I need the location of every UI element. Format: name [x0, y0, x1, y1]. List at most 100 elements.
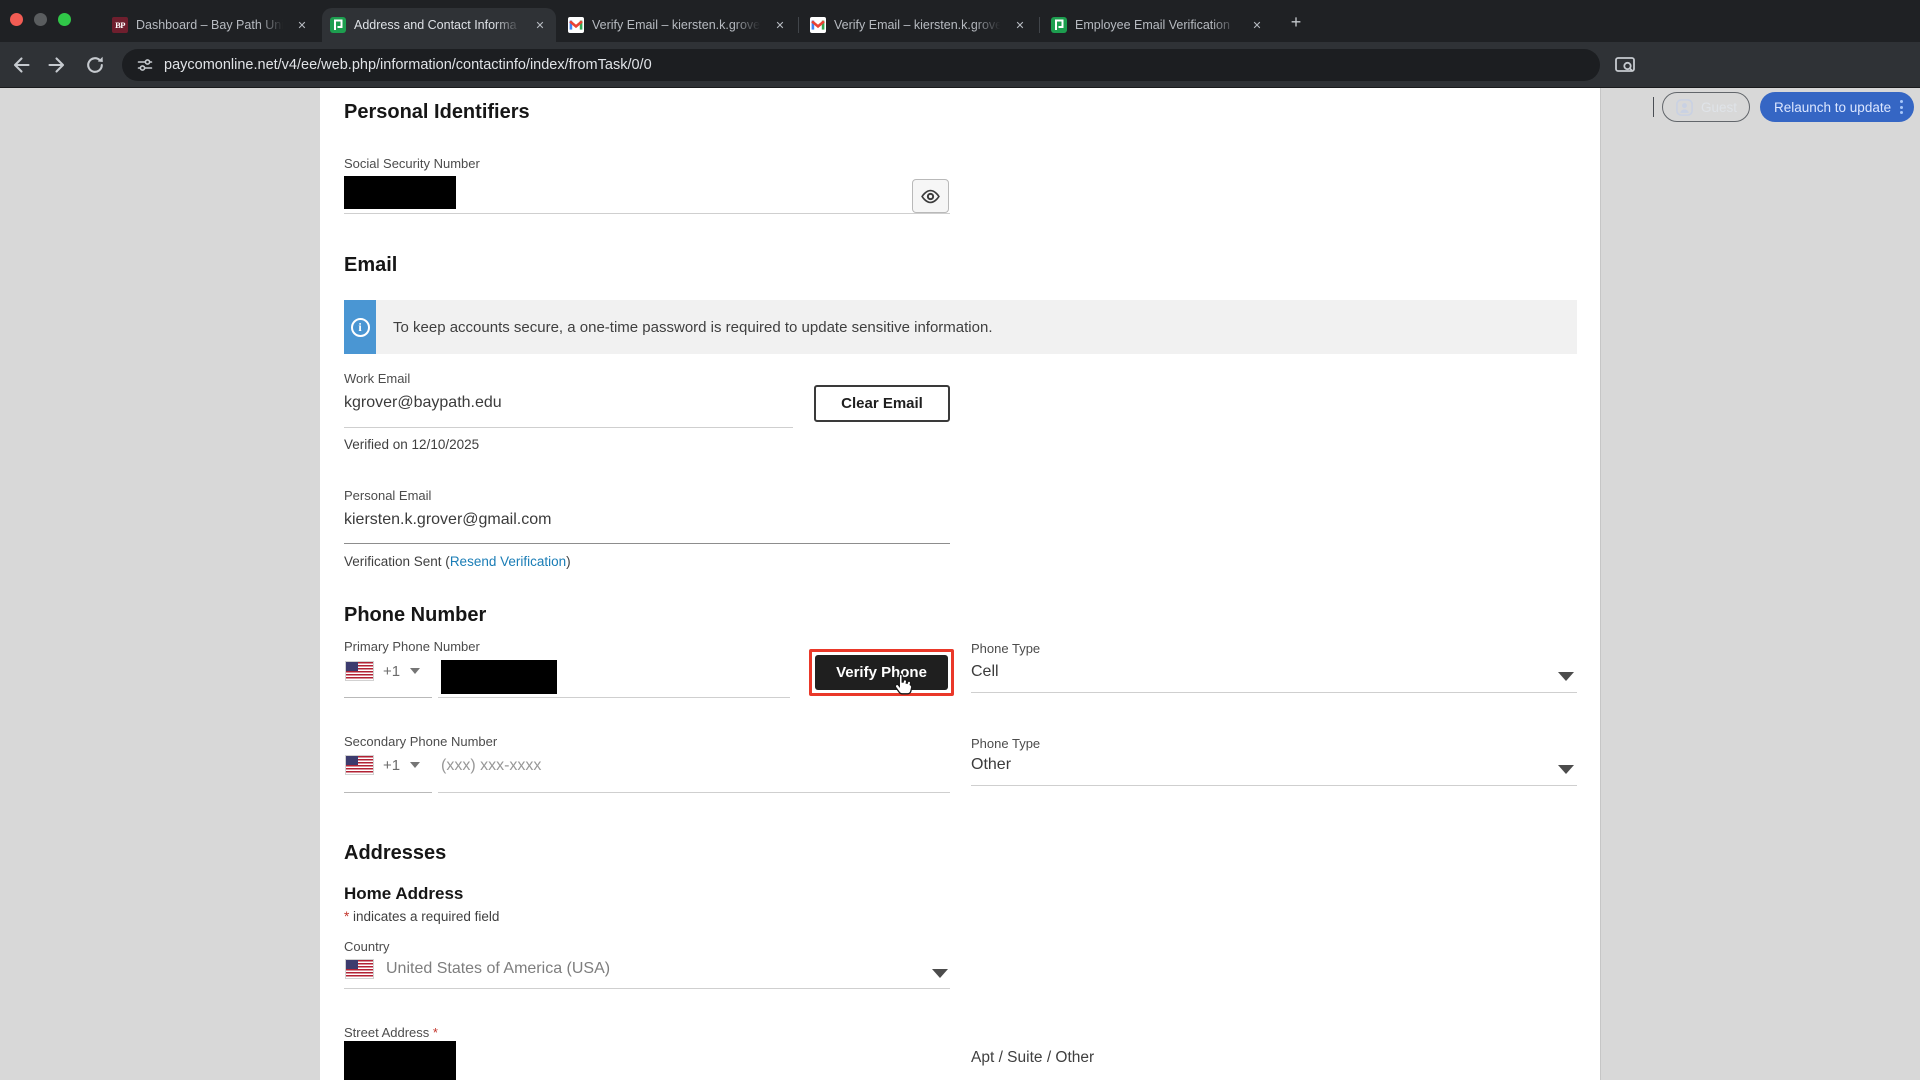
- phone-type-secondary-caret[interactable]: [1558, 765, 1574, 774]
- close-icon[interactable]: ✕: [532, 17, 548, 33]
- verification-prefix: Verification Sent (: [344, 554, 450, 569]
- forward-arrow-icon: [45, 53, 69, 77]
- side-panel-search-icon[interactable]: [1612, 52, 1638, 78]
- guest-profile-button[interactable]: Guest: [1662, 92, 1750, 122]
- primary-phone-input-redacted[interactable]: [441, 660, 557, 694]
- close-icon[interactable]: ✕: [1249, 17, 1265, 33]
- otp-banner-text: To keep accounts secure, a one-time pass…: [393, 319, 993, 336]
- country-underline: [344, 988, 950, 989]
- phone-type-label-primary: Phone Type: [971, 641, 1040, 656]
- tab-dashboard[interactable]: BP Dashboard – Bay Path Univers ✕: [104, 8, 318, 42]
- personal-email-label: Personal Email: [344, 488, 431, 503]
- paycom-favicon: [1051, 17, 1067, 33]
- site-settings-icon[interactable]: [136, 56, 154, 74]
- primary-phone-label: Primary Phone Number: [344, 639, 480, 654]
- new-tab-button[interactable]: +: [1284, 10, 1308, 34]
- email-heading: Email: [344, 254, 397, 277]
- url-text[interactable]: paycomonline.net/v4/ee/web.php/informati…: [164, 57, 652, 73]
- tab-verify-email-1[interactable]: Verify Email – kiersten.k.grove ✕: [560, 8, 796, 42]
- guest-avatar-icon: [1675, 98, 1694, 117]
- dial-code: +1: [383, 663, 400, 680]
- personal-email-underline: [344, 543, 950, 544]
- gmail-favicon: [568, 17, 584, 33]
- phone-type-primary-underline: [971, 692, 1577, 693]
- close-icon[interactable]: ✕: [1012, 17, 1028, 33]
- tab-address-contact[interactable]: Address and Contact Informa ✕: [322, 8, 556, 42]
- eye-icon: [920, 186, 941, 207]
- ssn-underline: [344, 213, 950, 214]
- toolbar-divider: [1653, 97, 1654, 117]
- us-flag-icon: [346, 960, 373, 978]
- baypath-favicon: BP: [112, 17, 128, 33]
- clear-email-button[interactable]: Clear Email: [814, 385, 950, 422]
- work-email-value[interactable]: kgrover@baypath.edu: [344, 394, 502, 412]
- ssn-label: Social Security Number: [344, 156, 480, 171]
- macos-zoom-button[interactable]: [58, 13, 71, 26]
- secondary-phone-label: Secondary Phone Number: [344, 734, 497, 749]
- back-arrow-icon: [9, 53, 33, 77]
- addresses-heading: Addresses: [344, 842, 446, 865]
- phone-number-heading: Phone Number: [344, 604, 486, 627]
- work-email-verified-text: Verified on 12/10/2025: [344, 437, 479, 452]
- country-label: Country: [344, 939, 390, 954]
- tab-title: Verify Email – kiersten.k.grove: [834, 18, 1004, 32]
- home-address-heading: Home Address: [344, 884, 463, 904]
- paycom-favicon: [330, 17, 346, 33]
- close-icon[interactable]: ✕: [294, 17, 310, 33]
- verify-phone-highlight: Verify Phone: [809, 649, 954, 696]
- primary-dial-code-selector[interactable]: +1: [346, 662, 420, 680]
- verification-suffix: ): [566, 554, 571, 569]
- reload-button[interactable]: [82, 52, 108, 78]
- url-bar[interactable]: paycomonline.net/v4/ee/web.php/informati…: [122, 49, 1600, 81]
- tab-bar: BP Dashboard – Bay Path Univers ✕ Addres…: [0, 0, 1920, 42]
- reload-icon: [83, 53, 107, 77]
- phone-type-primary-value[interactable]: Cell: [971, 663, 999, 681]
- secondary-phone-underline: [438, 792, 950, 793]
- country-selector[interactable]: United States of America (USA): [346, 960, 610, 978]
- mouse-cursor: [890, 672, 912, 696]
- tab-verify-email-2[interactable]: Verify Email – kiersten.k.grove ✕: [802, 8, 1036, 42]
- macos-minimize-button[interactable]: [34, 13, 47, 26]
- browser-toolbar: paycomonline.net/v4/ee/web.php/informati…: [0, 42, 1920, 88]
- us-flag-icon: [346, 756, 373, 774]
- tab-title: Employee Email Verification: [1075, 18, 1241, 32]
- required-field-note: * indicates a required field: [344, 909, 499, 924]
- relaunch-label: Relaunch to update: [1774, 100, 1891, 115]
- verify-phone-button[interactable]: Verify Phone: [815, 655, 948, 690]
- relaunch-to-update-button[interactable]: Relaunch to update: [1760, 92, 1914, 122]
- dial-code: +1: [383, 757, 400, 774]
- country-caret[interactable]: [932, 969, 948, 978]
- country-value: United States of America (USA): [386, 960, 610, 978]
- tab-employee-email-verification[interactable]: Employee Email Verification ✕: [1043, 8, 1273, 42]
- show-ssn-button[interactable]: [912, 179, 949, 213]
- tab-separator: [1039, 17, 1040, 33]
- verification-sent-text: Verification Sent (Resend Verification): [344, 554, 571, 569]
- close-icon[interactable]: ✕: [772, 17, 788, 33]
- tab-title: Address and Contact Informa: [354, 18, 524, 32]
- phone-type-secondary-value[interactable]: Other: [971, 756, 1011, 774]
- street-address-input-redacted[interactable]: [344, 1041, 456, 1080]
- tab-separator: [798, 17, 799, 33]
- us-flag-icon: [346, 662, 373, 680]
- required-asterisk: *: [433, 1025, 438, 1040]
- primary-dial-underline: [344, 697, 432, 698]
- guest-label: Guest: [1701, 100, 1737, 115]
- secondary-dial-underline: [344, 792, 432, 793]
- work-email-underline: [344, 427, 793, 428]
- secondary-phone-input[interactable]: (xxx) xxx-xxxx: [441, 757, 541, 775]
- street-label-text: Street Address: [344, 1025, 429, 1040]
- ssn-input-redacted[interactable]: [344, 176, 456, 209]
- secondary-dial-code-selector[interactable]: +1: [346, 756, 420, 774]
- resend-verification-link[interactable]: Resend Verification: [450, 554, 566, 569]
- primary-phone-underline: [438, 697, 790, 698]
- chevron-down-icon: [410, 762, 420, 768]
- personal-email-value[interactable]: kiersten.k.grover@gmail.com: [344, 511, 551, 529]
- apt-suite-label: Apt / Suite / Other: [971, 1049, 1094, 1067]
- macos-close-button[interactable]: [10, 13, 23, 26]
- otp-info-banner: i To keep accounts secure, a one-time pa…: [344, 300, 1577, 354]
- kebab-menu-icon[interactable]: [1900, 100, 1903, 114]
- back-button[interactable]: [8, 52, 34, 78]
- tab-title: Verify Email – kiersten.k.grove: [592, 18, 764, 32]
- phone-type-primary-caret[interactable]: [1558, 672, 1574, 681]
- forward-button[interactable]: [44, 52, 70, 78]
